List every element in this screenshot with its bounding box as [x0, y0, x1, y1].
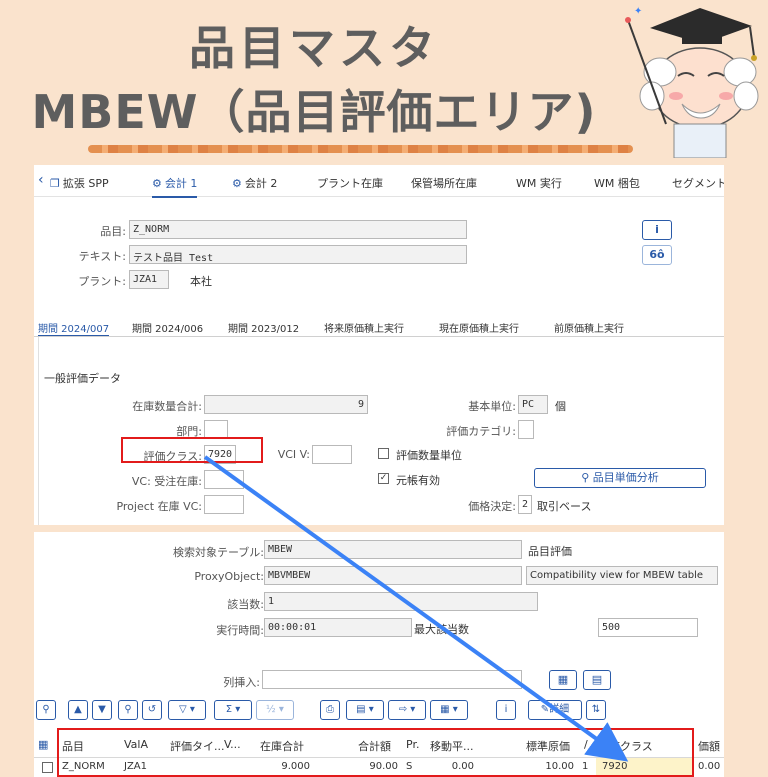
subtab-period-2023-012[interactable]: 期間 2023/012 — [228, 320, 299, 335]
brush-underline — [88, 145, 633, 153]
material-field[interactable]: Z_NORM — [129, 220, 467, 239]
table-label: 検索対象テーブル: — [172, 546, 264, 559]
count-field[interactable]: 1 — [264, 592, 538, 611]
column-insert-icon[interactable]: ▦ — [549, 670, 577, 690]
material-text-field[interactable]: テスト品目_Test — [129, 245, 467, 264]
layout-icon[interactable]: ▦ ▾ — [430, 700, 468, 720]
valuation-frame — [38, 337, 720, 525]
search-next-icon[interactable]: ↺ — [142, 700, 162, 720]
column-remove-icon[interactable]: ▤ — [583, 670, 611, 690]
original-valid-checkbox[interactable]: ✓ — [378, 473, 389, 484]
detail-button[interactable]: ✎詳細 — [528, 700, 582, 720]
plant-name: 本社 — [190, 275, 212, 288]
vci-label: VCI V: — [277, 448, 310, 461]
text-label: テキスト: — [78, 250, 126, 263]
banner-subtitle: MBEW（品目評価エリア) — [31, 85, 597, 139]
view-icon[interactable]: ▤ ▾ — [346, 700, 384, 720]
tab-segment-valuation[interactable]: セグメント評 — [672, 175, 724, 191]
professor-mascot: ✦ — [625, 6, 759, 158]
runtime-field[interactable]: 00:00:01 — [264, 618, 412, 637]
max-hits-field[interactable]: 500 — [598, 618, 698, 637]
tab-accounting-2[interactable]: ⚙ 会計 2 — [232, 175, 277, 191]
tab-extended-spp[interactable]: ❐ 拡張 SPP — [50, 175, 109, 191]
sum-icon[interactable]: Σ ▾ — [214, 700, 252, 720]
vc-sales-field[interactable] — [204, 470, 244, 489]
print-icon[interactable]: ⎙ — [320, 700, 340, 720]
price-determination-field[interactable]: 2 — [518, 495, 532, 514]
section-title: 一般評価データ — [44, 372, 121, 385]
proxy-label: ProxyObject: — [194, 570, 264, 583]
vci-field[interactable] — [312, 445, 352, 464]
subtotal-icon[interactable]: ½ ▾ — [256, 700, 294, 720]
tab-strip: ‹ ❐ 拡張 SPP ⚙ 会計 1 ⚙ 会計 2 プラント在庫 保管場所在庫 WM 実… — [34, 165, 724, 198]
project-stock-label: Project 在庫 VC: — [116, 500, 202, 513]
total-stock-label: 在庫数量合計: — [132, 400, 202, 413]
table-field[interactable]: MBEW — [264, 540, 522, 559]
info-icon-toolbar[interactable]: i — [496, 700, 516, 720]
base-unit-label: 基本単位: — [468, 400, 516, 413]
tab-accounting-1[interactable]: ⚙ 会計 1 — [152, 175, 198, 198]
row-select-checkbox[interactable] — [42, 762, 53, 773]
subtab-period-2024-006[interactable]: 期間 2024/006 — [132, 320, 203, 335]
original-valid-label: 元帳有効 — [396, 474, 440, 487]
count-label: 該当数: — [227, 598, 264, 611]
valuation-unit-label: 評価数量単位 — [396, 449, 462, 462]
info-icon[interactable]: i — [642, 220, 672, 240]
subtab-previous-costing[interactable]: 前原価積上実行 — [554, 320, 624, 335]
material-label: 品目: — [100, 225, 126, 238]
svg-text:✦: ✦ — [634, 6, 642, 17]
proxy-field[interactable]: MBVMBEW — [264, 566, 522, 585]
col-value[interactable]: 価額 — [698, 738, 720, 754]
search-icon[interactable]: ⚲ — [118, 700, 138, 720]
table-settings-icon[interactable]: ▦ — [38, 738, 48, 751]
proxy-description: Compatibility view for MBEW table — [526, 566, 718, 585]
project-stock-field[interactable] — [204, 495, 244, 514]
price-analysis-button[interactable]: ⚲ 品目単価分析 — [534, 468, 706, 488]
tab-wm-packaging[interactable]: WM 梱包 — [594, 175, 640, 191]
insert-column-field[interactable] — [262, 670, 522, 689]
chevron-left-icon[interactable]: ‹ — [38, 172, 44, 188]
table-highlight-box — [57, 728, 694, 777]
money-icon: ⚙ — [152, 177, 162, 190]
valuation-category-label: 評価カテゴリ: — [446, 425, 516, 438]
period-subtabs: 期間 2024/007 期間 2024/006 期間 2023/012 将来原価… — [34, 315, 724, 337]
subtab-current-costing[interactable]: 現在原価積上実行 — [439, 320, 519, 335]
zoom-icon[interactable]: ⚲ — [36, 700, 56, 720]
vc-sales-label: VC: 受注在庫: — [131, 475, 202, 488]
align-bottom-icon[interactable]: ▼ — [92, 700, 112, 720]
max-hits-label: 最大該当数 — [414, 623, 469, 636]
money-icon: ⚙ — [232, 177, 242, 190]
clipboard-icon: ❐ — [50, 177, 60, 190]
table-description: 品目評価 — [528, 545, 572, 558]
valuation-unit-checkbox[interactable] — [378, 448, 389, 459]
total-stock-field[interactable]: 9 — [204, 395, 368, 414]
subtab-period-2024-007[interactable]: 期間 2024/007 — [38, 320, 110, 336]
banner-title: 品目マスタ — [189, 21, 439, 75]
runtime-label: 実行時間: — [216, 624, 264, 637]
base-unit-text: 個 — [555, 400, 566, 413]
valuation-category-field[interactable] — [518, 420, 534, 439]
insert-column-label: 列挿入: — [223, 676, 260, 689]
filter-icon[interactable]: ▽ ▾ — [168, 700, 206, 720]
tab-plant-stock[interactable]: プラント在庫 — [317, 175, 383, 191]
plant-field[interactable]: JZA1 — [129, 270, 169, 289]
base-unit-field[interactable]: PC — [518, 395, 548, 414]
align-top-icon[interactable]: ▲ — [68, 700, 88, 720]
valuation-class-highlight — [121, 437, 263, 463]
material-master-panel: ‹ ❐ 拡張 SPP ⚙ 会計 1 ⚙ 会計 2 プラント在庫 保管場所在庫 WM 実… — [34, 165, 724, 525]
plant-label: プラント: — [78, 275, 126, 288]
tab-wm-execution[interactable]: WM 実行 — [516, 175, 562, 191]
export-icon[interactable]: ⇨ ▾ — [388, 700, 426, 720]
magnifier-icon: ⚲ — [581, 471, 593, 484]
price-determination-label: 価格決定: — [468, 500, 516, 513]
sort-icon[interactable]: ⇅ — [586, 700, 606, 720]
glasses-icon[interactable]: 6ô — [642, 245, 672, 265]
cell-value: 0.00 — [698, 761, 721, 772]
subtab-future-costing[interactable]: 将来原価積上実行 — [324, 320, 404, 335]
price-determination-text: 取引ベース — [537, 500, 592, 513]
tab-storage-location-stock[interactable]: 保管場所在庫 — [411, 175, 477, 191]
